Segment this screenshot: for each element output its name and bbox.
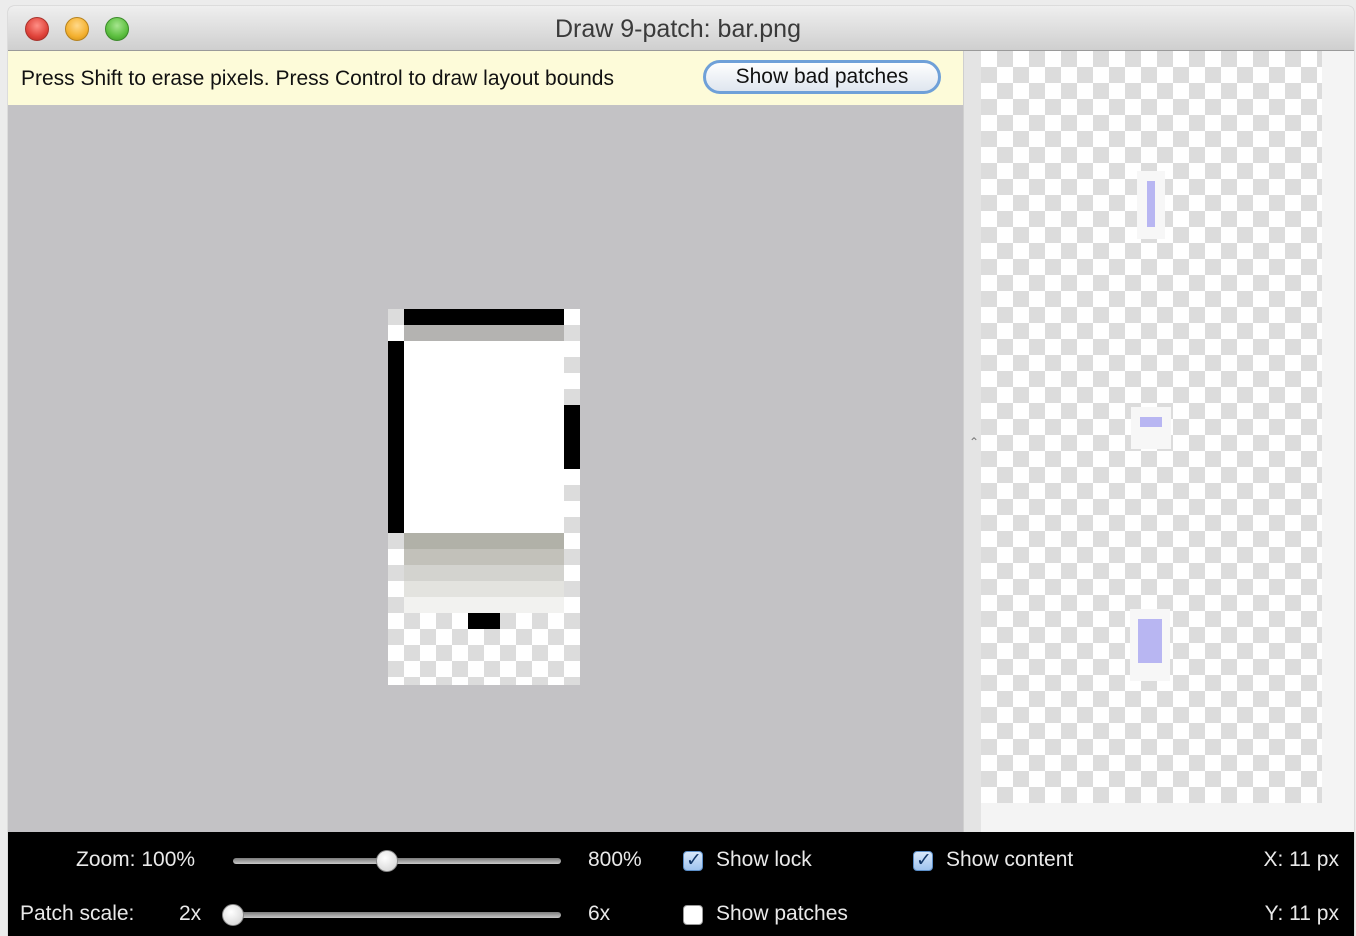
zoom-max-label: 800% — [588, 848, 642, 871]
patch-scale-slider-thumb[interactable] — [222, 904, 244, 926]
draw9patch-window: Draw 9-patch: bar.png Press Shift to era… — [8, 6, 1354, 936]
zoom-slider-thumb[interactable] — [376, 850, 399, 872]
split-divider[interactable]: ⌃ — [963, 51, 982, 832]
right-padding-marker[interactable] — [564, 405, 580, 469]
zoom-label: Zoom: 100% — [76, 848, 196, 871]
patch-scale-min-label: 2x — [179, 902, 202, 925]
window-title: Draw 9-patch: bar.png — [555, 15, 801, 43]
preview-horizontal-content — [1140, 417, 1162, 427]
stretch-preview-pane — [981, 51, 1354, 832]
top-stretch-marker[interactable] — [404, 309, 564, 325]
preview-background — [981, 51, 1322, 803]
show-lock-label[interactable]: Show lock — [716, 848, 812, 872]
show-bad-patches-button[interactable]: Show bad patches — [703, 60, 941, 94]
preview-both — [1130, 609, 1170, 681]
info-bar: Press Shift to erase pixels. Press Contr… — [8, 51, 963, 105]
left-stretch-marker[interactable] — [388, 341, 404, 533]
show-lock-checkbox[interactable] — [683, 849, 703, 871]
control-bar: Zoom: 100% 800% Show lock Show content X… — [8, 832, 1354, 936]
nine-patch-image[interactable] — [8, 105, 963, 832]
bottom-padding-marker[interactable] — [468, 613, 500, 629]
preview-vertical-content — [1147, 181, 1155, 227]
x-coordinate-readout: X: 11 px — [1263, 848, 1340, 871]
divider-grip-icon[interactable]: ⌃ — [969, 435, 979, 449]
show-content-checkbox[interactable] — [913, 849, 933, 871]
title-bar[interactable]: Draw 9-patch: bar.png — [8, 6, 1354, 51]
patch-editor-canvas[interactable] — [8, 105, 963, 832]
preview-horizontal — [1131, 407, 1171, 449]
preview-vertical — [1137, 171, 1165, 239]
patch-scale-max-label: 6x — [588, 902, 611, 925]
show-patches-checkbox[interactable] — [683, 905, 703, 925]
show-patches-label[interactable]: Show patches — [716, 902, 848, 926]
patch-scale-label: Patch scale: — [20, 902, 135, 925]
show-content-label[interactable]: Show content — [946, 848, 1073, 872]
hint-text: Press Shift to erase pixels. Press Contr… — [21, 67, 614, 90]
patch-scale-slider-track[interactable] — [233, 912, 561, 918]
y-coordinate-readout: Y: 11 px — [1264, 902, 1339, 925]
preview-both-content — [1138, 619, 1162, 663]
